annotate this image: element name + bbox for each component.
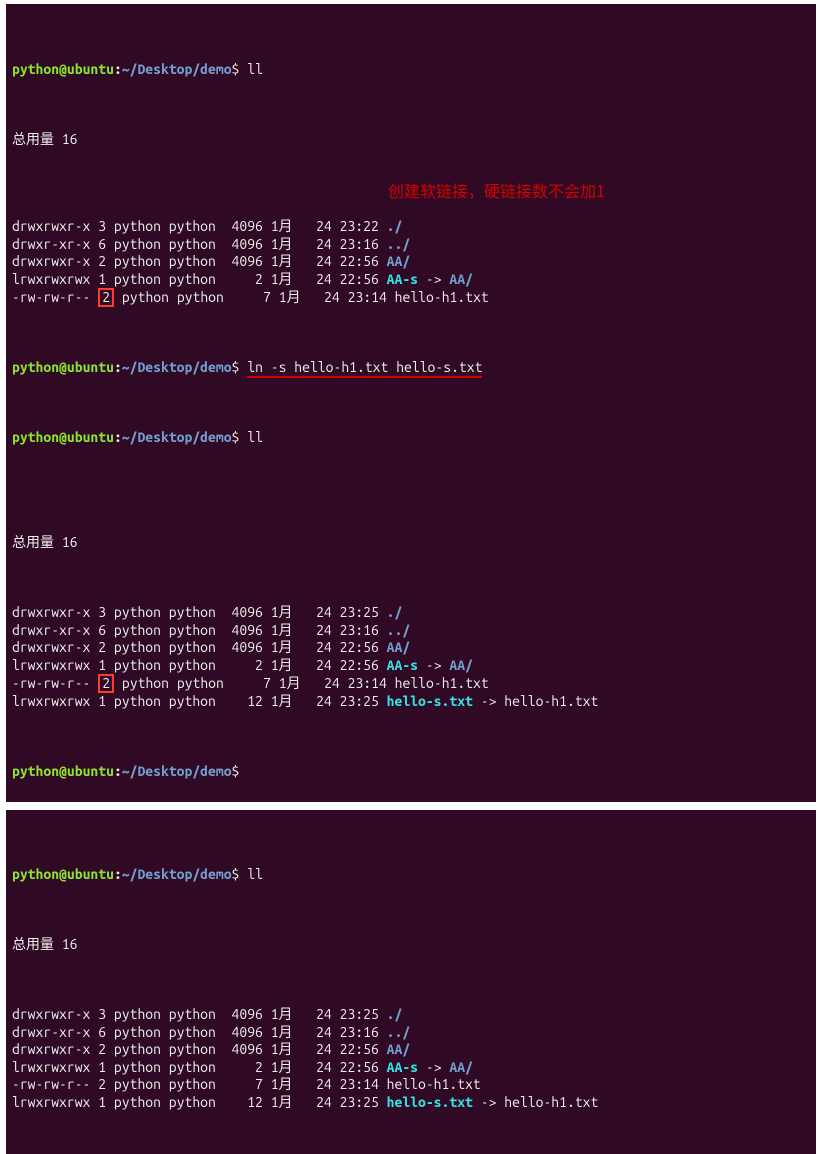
file-name: hello-s.txt [387,1094,473,1110]
listing-row: drwxrwxr-x 2 python python 4096 1月 24 22… [12,1041,810,1059]
file-name: AA-s [387,271,418,287]
listing-row: -rw-rw-r-- 2 python python 7 1月 24 23:14… [12,674,810,693]
link-target: AA/ [449,657,473,673]
cmd-ll-2: ll [247,429,263,445]
total-line: 总用量 16 [12,131,810,149]
listing-row: drwxrwxr-x 3 python python 4096 1月 24 23… [12,218,810,236]
annotation-softlink: 创建软链接，硬链接数不会加1 [388,180,605,200]
listing-row: lrwxrwxrwx 1 python python 12 1月 24 23:2… [12,693,810,711]
prompt-user: python [12,866,59,882]
prompt-colon: : [114,763,122,779]
file-name: ../ [387,1024,411,1040]
file-name: AA/ [387,253,411,269]
prompt-dollar: $ [232,429,240,445]
total-line: 总用量 16 [12,936,810,954]
file-name: ../ [387,236,411,252]
listing-row: drwxrwxr-x 3 python python 4096 1月 24 23… [12,1006,810,1024]
prompt-at: @ [59,359,67,375]
listing-row: drwxrwxr-x 2 python python 4096 1月 24 22… [12,639,810,657]
listing-row: lrwxrwxrwx 1 python python 12 1月 24 23:2… [12,1094,810,1112]
prompt-user: python [12,429,59,445]
prompt-host: ubuntu [67,61,114,77]
prompt-user: python [12,763,59,779]
file-name: AA/ [387,639,411,655]
file-name: AA-s [387,657,418,673]
file-name: hello-h1.txt [395,289,489,305]
link-target: hello-h1.txt [504,1094,598,1110]
prompt-host: ubuntu [67,866,114,882]
prompt-host: ubuntu [67,359,114,375]
prompt-at: @ [59,866,67,882]
arrow: -> [473,1094,504,1110]
prompt-dollar: $ [232,763,240,779]
listing-row: lrwxrwxrwx 1 python python 2 1月 24 22:56… [12,271,810,289]
cmd-ll: ll [247,61,263,77]
file-name: ./ [387,604,403,620]
file-name: ../ [387,622,411,638]
prompt-colon: : [114,429,122,445]
listing-row: -rw-rw-r-- 2 python python 7 1月 24 23:14… [12,288,810,307]
prompt-dollar: $ [232,359,240,375]
file-name: hello-s.txt [387,693,473,709]
prompt-colon: : [114,359,122,375]
prompt-user: python [12,61,59,77]
prompt-line: python@ubuntu:~/Desktop/demo$ [12,763,810,781]
prompt-colon: : [114,866,122,882]
prompt-at: @ [59,61,67,77]
file-name: ./ [387,1006,403,1022]
listing-row: drwxr-xr-x 6 python python 4096 1月 24 23… [12,236,810,254]
link-target: AA/ [449,271,473,287]
prompt-path: ~/Desktop/demo [122,429,232,445]
listing-row: drwxr-xr-x 6 python python 4096 1月 24 23… [12,1024,810,1042]
prompt-user: python [12,359,59,375]
listing-row: lrwxrwxrwx 1 python python 2 1月 24 22:56… [12,657,810,675]
listing-row: lrwxrwxrwx 1 python python 2 1月 24 22:56… [12,1059,810,1077]
prompt-line: python@ubuntu:~/Desktop/demo$ ll [12,429,810,447]
prompt-host: ubuntu [67,763,114,779]
cmd-ln-soft: ln -s hello-h1.txt hello-s.txt [247,359,482,378]
listing-row: drwxr-xr-x 6 python python 4096 1月 24 23… [12,622,810,640]
link-count-highlight: 2 [98,288,114,307]
prompt-path: ~/Desktop/demo [122,61,232,77]
terminal-2[interactable]: python@ubuntu:~/Desktop/demo$ ll 总用量 16 … [6,810,816,1154]
link-count-highlight: 2 [98,674,114,693]
link-target: AA/ [449,1059,473,1075]
total-line-2: 总用量 16 [12,534,810,552]
prompt-dollar: $ [232,866,240,882]
file-name: AA/ [387,1041,411,1057]
prompt-line: python@ubuntu:~/Desktop/demo$ ll [12,866,810,884]
listing-row: drwxrwxr-x 2 python python 4096 1月 24 22… [12,253,810,271]
prompt-at: @ [59,763,67,779]
cmd-ll: ll [247,866,263,882]
arrow: -> [418,271,449,287]
prompt-at: @ [59,429,67,445]
link-target: hello-h1.txt [504,693,598,709]
file-name: AA-s [387,1059,418,1075]
prompt-colon: : [114,61,122,77]
prompt-path: ~/Desktop/demo [122,359,232,375]
prompt-host: ubuntu [67,429,114,445]
file-name: hello-h1.txt [387,1076,481,1092]
prompt-line: python@ubuntu:~/Desktop/demo$ ll [12,61,810,79]
prompt-line: python@ubuntu:~/Desktop/demo$ ln -s hell… [12,359,810,377]
prompt-dollar: $ [232,61,240,77]
arrow: -> [473,693,504,709]
file-name: hello-h1.txt [395,675,489,691]
listing-row: -rw-rw-r-- 2 python python 7 1月 24 23:14… [12,1076,810,1094]
arrow: -> [418,657,449,673]
terminal-1[interactable]: python@ubuntu:~/Desktop/demo$ ll 总用量 16 … [6,4,816,802]
listing-row: drwxrwxr-x 3 python python 4096 1月 24 23… [12,604,810,622]
file-name: ./ [387,218,403,234]
prompt-path: ~/Desktop/demo [122,866,232,882]
prompt-path: ~/Desktop/demo [122,763,232,779]
arrow: -> [418,1059,449,1075]
